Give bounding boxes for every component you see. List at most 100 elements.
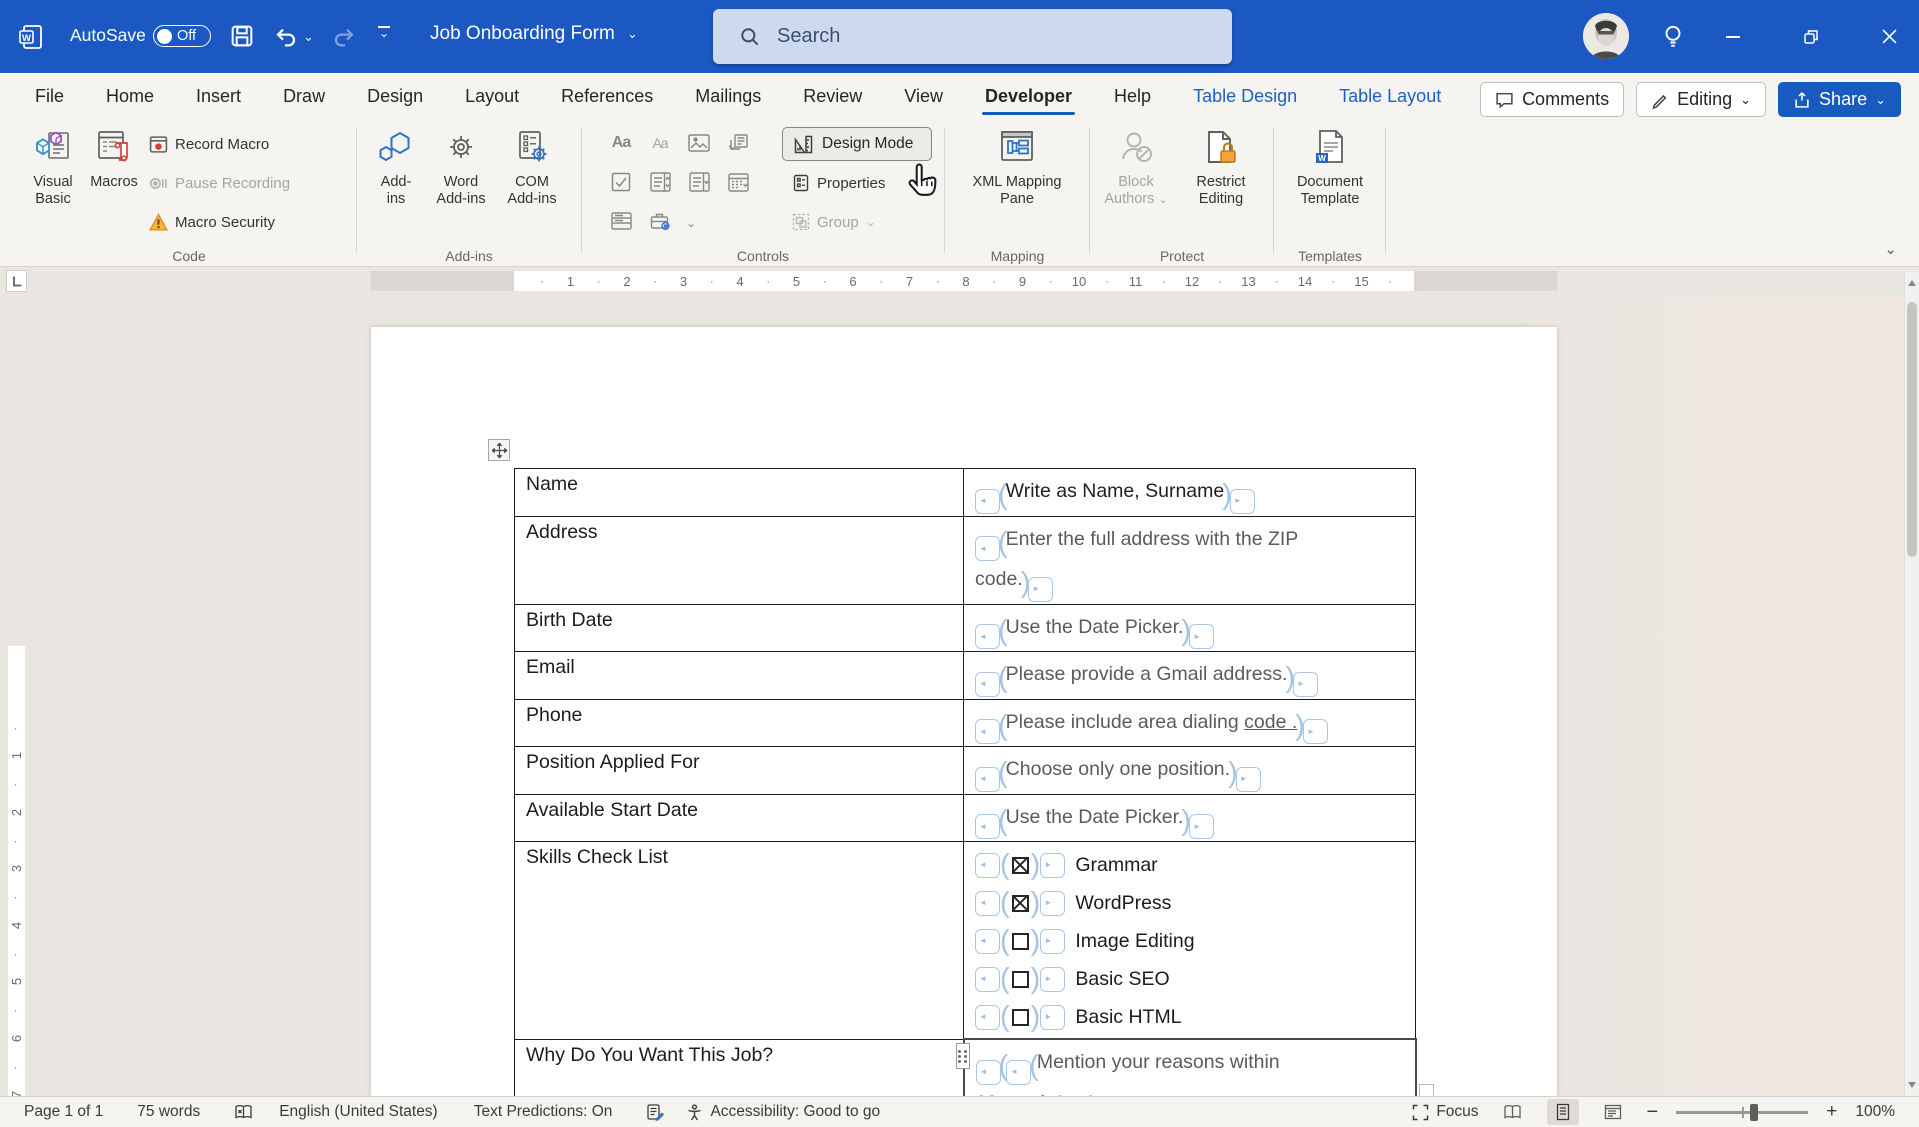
minimize-button[interactable] (1705, 0, 1761, 73)
comments-button[interactable]: Comments (1480, 82, 1624, 117)
text-predictions-indicator[interactable]: Text Predictions: On (474, 1103, 613, 1121)
zoom-level[interactable]: 100% (1855, 1103, 1895, 1121)
undo-button[interactable] (273, 24, 298, 49)
cell-drag-handle[interactable] (956, 1043, 970, 1069)
content-control-end-tag[interactable]: ► (1028, 577, 1053, 602)
row-label-cell[interactable]: Phone (515, 699, 964, 747)
row-value-cell[interactable]: ◄(Use the Date Picker.)► (964, 794, 1416, 842)
content-control-start-tag[interactable]: ◄ (975, 891, 1000, 916)
content-control-start-tag[interactable]: ◄ (975, 489, 1000, 514)
scroll-up-arrow[interactable] (1908, 280, 1916, 286)
legacy-tools-icon[interactable] (647, 209, 673, 233)
word-count[interactable]: 75 words (137, 1103, 200, 1121)
checkbox-content-control-icon[interactable] (608, 170, 634, 194)
language-indicator[interactable]: English (United States) (279, 1103, 438, 1121)
collapse-ribbon-chevron-icon[interactable]: ⌄ (1884, 240, 1897, 258)
redo-button[interactable] (332, 24, 357, 49)
tab-developer[interactable]: Developer (964, 75, 1093, 120)
content-control-start-tag[interactable]: ◄ (975, 719, 1000, 744)
content-control-end-tag[interactable]: ► (1189, 624, 1214, 649)
tab-selector[interactable] (6, 270, 27, 292)
content-control-start-tag[interactable]: ◄ (975, 672, 1000, 697)
row-value-cell[interactable]: ◄(Use the Date Picker.)► (964, 604, 1416, 652)
dropdown-list-content-control-icon[interactable] (686, 170, 712, 194)
content-control[interactable]: ◄(Enter the full address with the ZIP co… (975, 521, 1325, 602)
content-control-end-tag[interactable]: ► (1293, 672, 1318, 697)
visual-basic-button[interactable]: Visual Basic (24, 124, 82, 208)
skills-checkbox-row[interactable]: ◄()►WordPress (975, 884, 1405, 922)
row-value-cell[interactable]: ◄(Please provide a Gmail address.)► (964, 652, 1416, 700)
content-control-start-tag[interactable]: ◄ (975, 814, 1000, 839)
row-value-cell[interactable]: ◄(Please include area dialing code .)► (964, 699, 1416, 747)
checkbox[interactable] (1012, 857, 1029, 874)
onboarding-form-table[interactable]: Name ◄(Write as Name, Surname)► Address … (514, 468, 1417, 1127)
content-control-start-tag[interactable]: ◄ (1006, 1060, 1031, 1085)
checkbox[interactable] (1012, 1009, 1029, 1026)
content-control-start-tag[interactable]: ◄ (975, 1005, 1000, 1030)
document-canvas[interactable]: 12345678910··········· Name ◄(Write as N… (0, 294, 1919, 1096)
focus-button[interactable]: Focus (1412, 1103, 1478, 1121)
document-title[interactable]: Job Onboarding Form ⌄ (430, 23, 638, 45)
lightbulb-icon[interactable] (1660, 23, 1686, 49)
building-block-gallery-icon[interactable] (725, 131, 751, 155)
scroll-down-arrow[interactable] (1908, 1082, 1916, 1088)
content-control-start-tag[interactable]: ◄ (975, 929, 1000, 954)
tab-table-layout[interactable]: Table Layout (1318, 75, 1462, 120)
tab-mailings[interactable]: Mailings (674, 75, 782, 120)
user-avatar[interactable] (1583, 13, 1629, 59)
content-control-start-tag[interactable]: ◄ (975, 967, 1000, 992)
close-button[interactable] (1861, 0, 1917, 73)
checkbox[interactable] (1012, 933, 1029, 950)
content-control-end-tag[interactable]: ► (1303, 719, 1328, 744)
content-control-start-tag[interactable]: ◄ (976, 1060, 1001, 1085)
content-control-start-tag[interactable]: ◄ (975, 853, 1000, 878)
tab-references[interactable]: References (540, 75, 674, 120)
row-label-cell[interactable]: Address (515, 516, 964, 604)
plain-text-content-control-icon[interactable]: Aa (647, 131, 673, 155)
restrict-editing-button[interactable]: Restrict Editing (1186, 124, 1256, 208)
content-control-end-tag[interactable]: ► (1040, 1005, 1065, 1030)
macros-button[interactable]: Macros (86, 124, 142, 191)
row-label-cell[interactable]: Position Applied For (515, 747, 964, 795)
zoom-in-button[interactable]: + (1826, 1101, 1837, 1123)
addins-button[interactable]: Add-ins (372, 124, 420, 208)
content-control-end-tag[interactable]: ► (1040, 853, 1065, 878)
zoom-slider[interactable] (1676, 1111, 1808, 1114)
tab-view[interactable]: View (883, 75, 964, 120)
web-layout-button[interactable] (1597, 1099, 1629, 1125)
repeating-section-content-control-icon[interactable] (608, 209, 634, 233)
content-control[interactable]: ◄(Write as Name, Surname)► (975, 473, 1405, 514)
legacy-tools-chevron-icon[interactable]: ⌄ (678, 211, 704, 235)
macro-security-button[interactable]: Macro Security (149, 213, 275, 232)
accessibility-status[interactable]: Accessibility: Good to go (686, 1103, 880, 1121)
design-mode-button[interactable]: Design Mode (782, 127, 932, 161)
row-label-cell[interactable]: Email (515, 652, 964, 700)
page-indicator[interactable]: Page 1 of 1 (24, 1103, 103, 1121)
tab-insert[interactable]: Insert (175, 75, 262, 120)
picture-content-control-icon[interactable] (686, 131, 712, 155)
tab-file[interactable]: File (14, 75, 85, 120)
content-control-end-tag[interactable]: ► (1230, 489, 1255, 514)
share-button[interactable]: Share ⌄ (1778, 82, 1901, 117)
row-value-cell[interactable]: ◄()►Grammar ◄()►WordPress ◄()►Image Edit… (964, 842, 1416, 1040)
restore-button[interactable] (1783, 0, 1839, 73)
rich-text-content-control-icon[interactable]: Aa (608, 131, 634, 155)
content-control[interactable]: ◄(Choose only one position.)► (975, 751, 1405, 792)
search-bar[interactable] (713, 9, 1232, 64)
customize-quick-access-icon[interactable]: ⌄ (378, 26, 390, 37)
save-button[interactable] (230, 24, 254, 48)
row-value-cell[interactable]: ◄(Enter the full address with the ZIP co… (964, 516, 1416, 604)
table-move-handle[interactable] (488, 439, 510, 461)
content-control-start-tag[interactable]: ◄ (975, 767, 1000, 792)
scrollbar-thumb[interactable] (1907, 302, 1917, 557)
content-control-end-tag[interactable]: ► (1189, 814, 1214, 839)
print-layout-button[interactable] (1547, 1099, 1579, 1125)
content-control-start-tag[interactable]: ◄ (975, 624, 1000, 649)
skills-checkbox-row[interactable]: ◄()►Grammar (975, 846, 1405, 884)
proofing-errors-icon[interactable] (234, 1104, 253, 1121)
tab-layout[interactable]: Layout (444, 75, 540, 120)
row-label-cell[interactable]: Birth Date (515, 604, 964, 652)
content-control-end-tag[interactable]: ► (1040, 929, 1065, 954)
document-page[interactable]: Name ◄(Write as Name, Surname)► Address … (371, 327, 1557, 1096)
tab-table-design[interactable]: Table Design (1172, 75, 1318, 120)
